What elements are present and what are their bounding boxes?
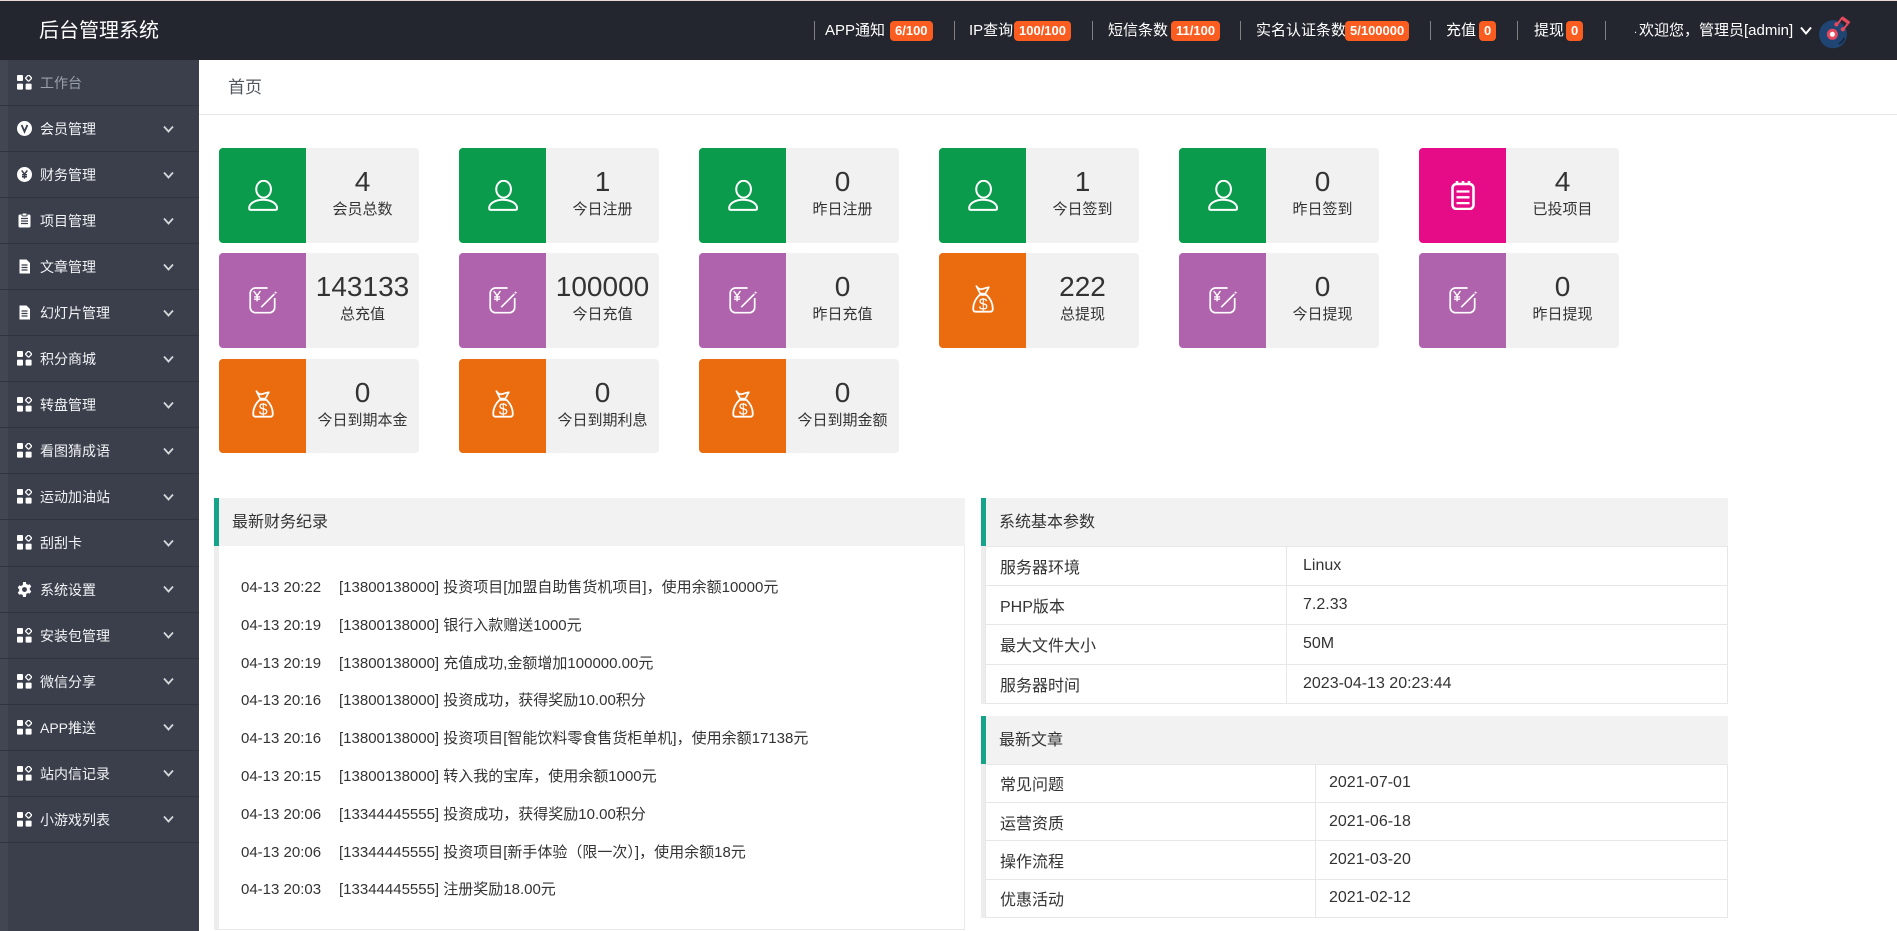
svg-text:$: $ bbox=[738, 401, 747, 418]
svg-text:$: $ bbox=[978, 296, 987, 313]
svg-text:$: $ bbox=[498, 401, 507, 418]
svg-text:$: $ bbox=[258, 401, 267, 418]
